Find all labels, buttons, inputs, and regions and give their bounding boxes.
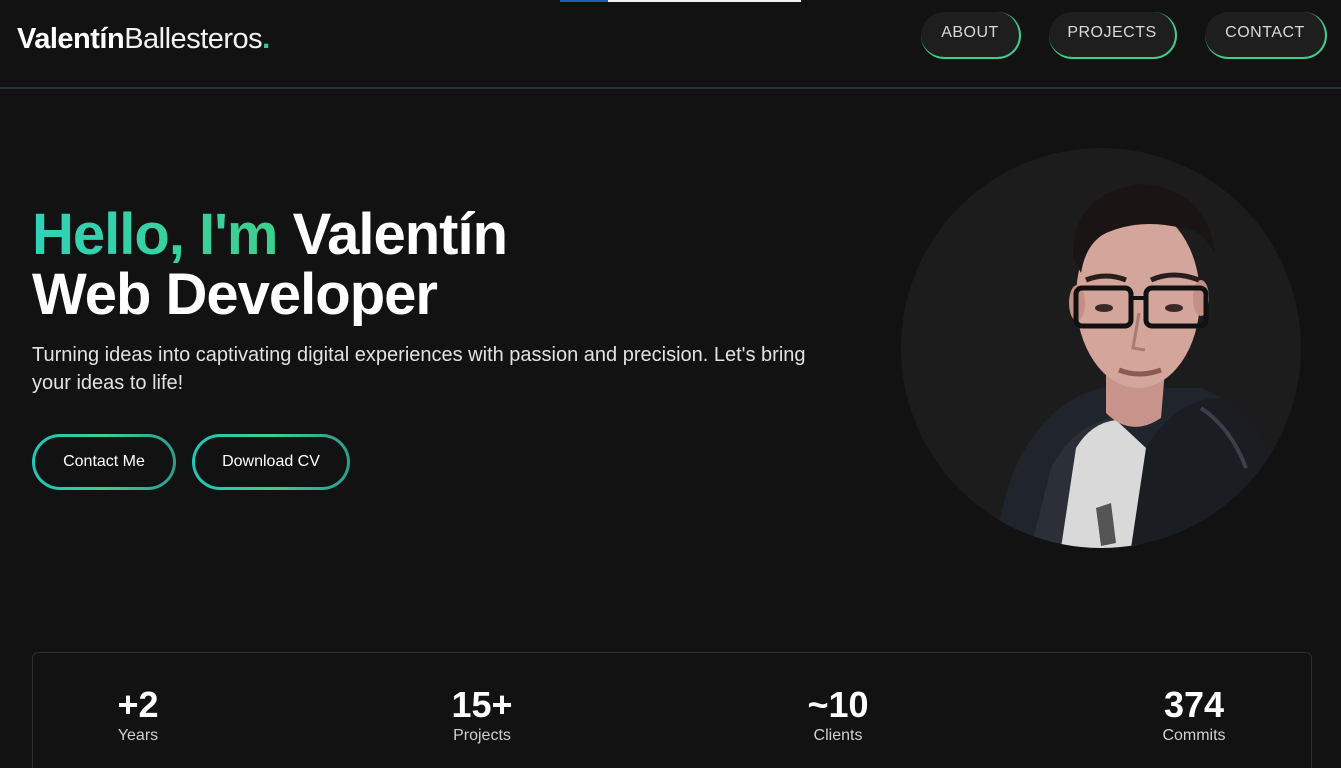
profile-photo [901,148,1301,548]
hero-greeting: Hello, I'm [32,202,279,267]
download-cv-button[interactable]: Download CV [192,434,350,490]
stat-value: 374 [1163,684,1225,725]
contact-me-label: Contact Me [35,437,173,487]
stat-value: 15+ [451,684,513,725]
nav-about-button[interactable]: ABOUT [921,12,1021,59]
hero-subtitle: Turning ideas into captivating digital e… [32,344,806,394]
stat-value: +2 [117,684,159,725]
stat-years: +2 Years [38,685,238,745]
stat-commits: 374 Commits [1094,685,1294,745]
nav-projects-button[interactable]: PROJECTS [1049,12,1177,59]
stat-label: Clients [813,727,863,744]
logo-last-name: Ballesteros [124,23,263,55]
stat-label: Years [117,727,159,744]
stat-label: Projects [453,727,511,744]
logo-first-name: Valentín [17,23,125,55]
stats-panel: +2 Years 15+ Projects ~10 Clients 374 Co… [32,652,1312,768]
hero-role: Web Developer [32,262,438,327]
stat-label: Commits [1162,727,1226,744]
stat-value: ~10 [807,684,869,725]
hero-name: Valentín [292,202,508,267]
site-header: ValentínBallesteros. ABOUT PROJECTS CONT… [0,0,1341,89]
nav-contact-button[interactable]: CONTACT [1205,12,1327,59]
stat-clients: ~10 Clients [738,685,938,745]
profile-photo-illustration [991,184,1296,548]
hero-title: Hello, I'm Valentín Web Developer [32,202,508,327]
contact-me-button[interactable]: Contact Me [32,434,176,490]
download-cv-label: Download CV [195,437,347,487]
logo-dot: . [262,23,270,55]
site-logo[interactable]: ValentínBallesteros. [17,22,270,56]
stat-projects: 15+ Projects [382,685,582,745]
